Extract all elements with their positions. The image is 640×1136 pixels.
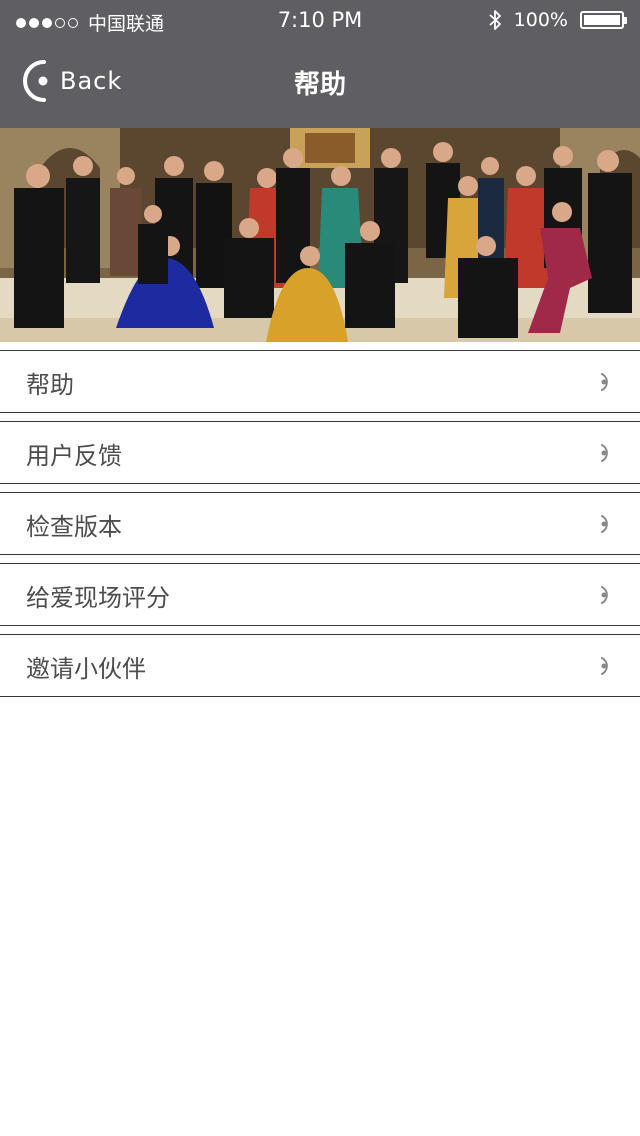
header: 中国联通 7:10 PM 100% Back 帮助 [0,0,640,128]
battery-icon [580,11,627,29]
status-right: 100% [488,9,627,31]
chevron-right-icon [601,586,608,604]
group-photo-illustration [0,128,640,342]
menu-item-invite[interactable]: 邀请小伙伴 [0,634,640,697]
menu-item-label: 帮助 [26,371,74,399]
chevron-right-icon [601,444,608,462]
menu-item-rate[interactable]: 给爱现场评分 [0,563,640,626]
menu-item-feedback[interactable]: 用户反馈 [0,421,640,484]
status-bar: 中国联通 7:10 PM 100% [0,0,640,40]
settings-menu: 帮助 用户反馈 检查版本 给爱现场评分 邀请小伙伴 [0,342,640,697]
menu-item-check-version[interactable]: 检查版本 [0,492,640,555]
battery-percent: 100% [513,9,568,31]
chevron-right-icon [601,373,608,391]
hero-image [0,128,640,342]
menu-item-label: 检查版本 [26,513,122,541]
menu-item-label: 给爱现场评分 [26,584,170,612]
page-title: 帮助 [293,70,346,100]
bluetooth-icon [489,10,501,30]
menu-item-help[interactable]: 帮助 [0,350,640,413]
menu-item-label: 用户反馈 [26,442,122,470]
navigation-bar: Back 帮助 [0,40,640,128]
chevron-right-icon [601,515,608,533]
chevron-right-icon [601,657,608,675]
menu-item-label: 邀请小伙伴 [26,655,146,683]
